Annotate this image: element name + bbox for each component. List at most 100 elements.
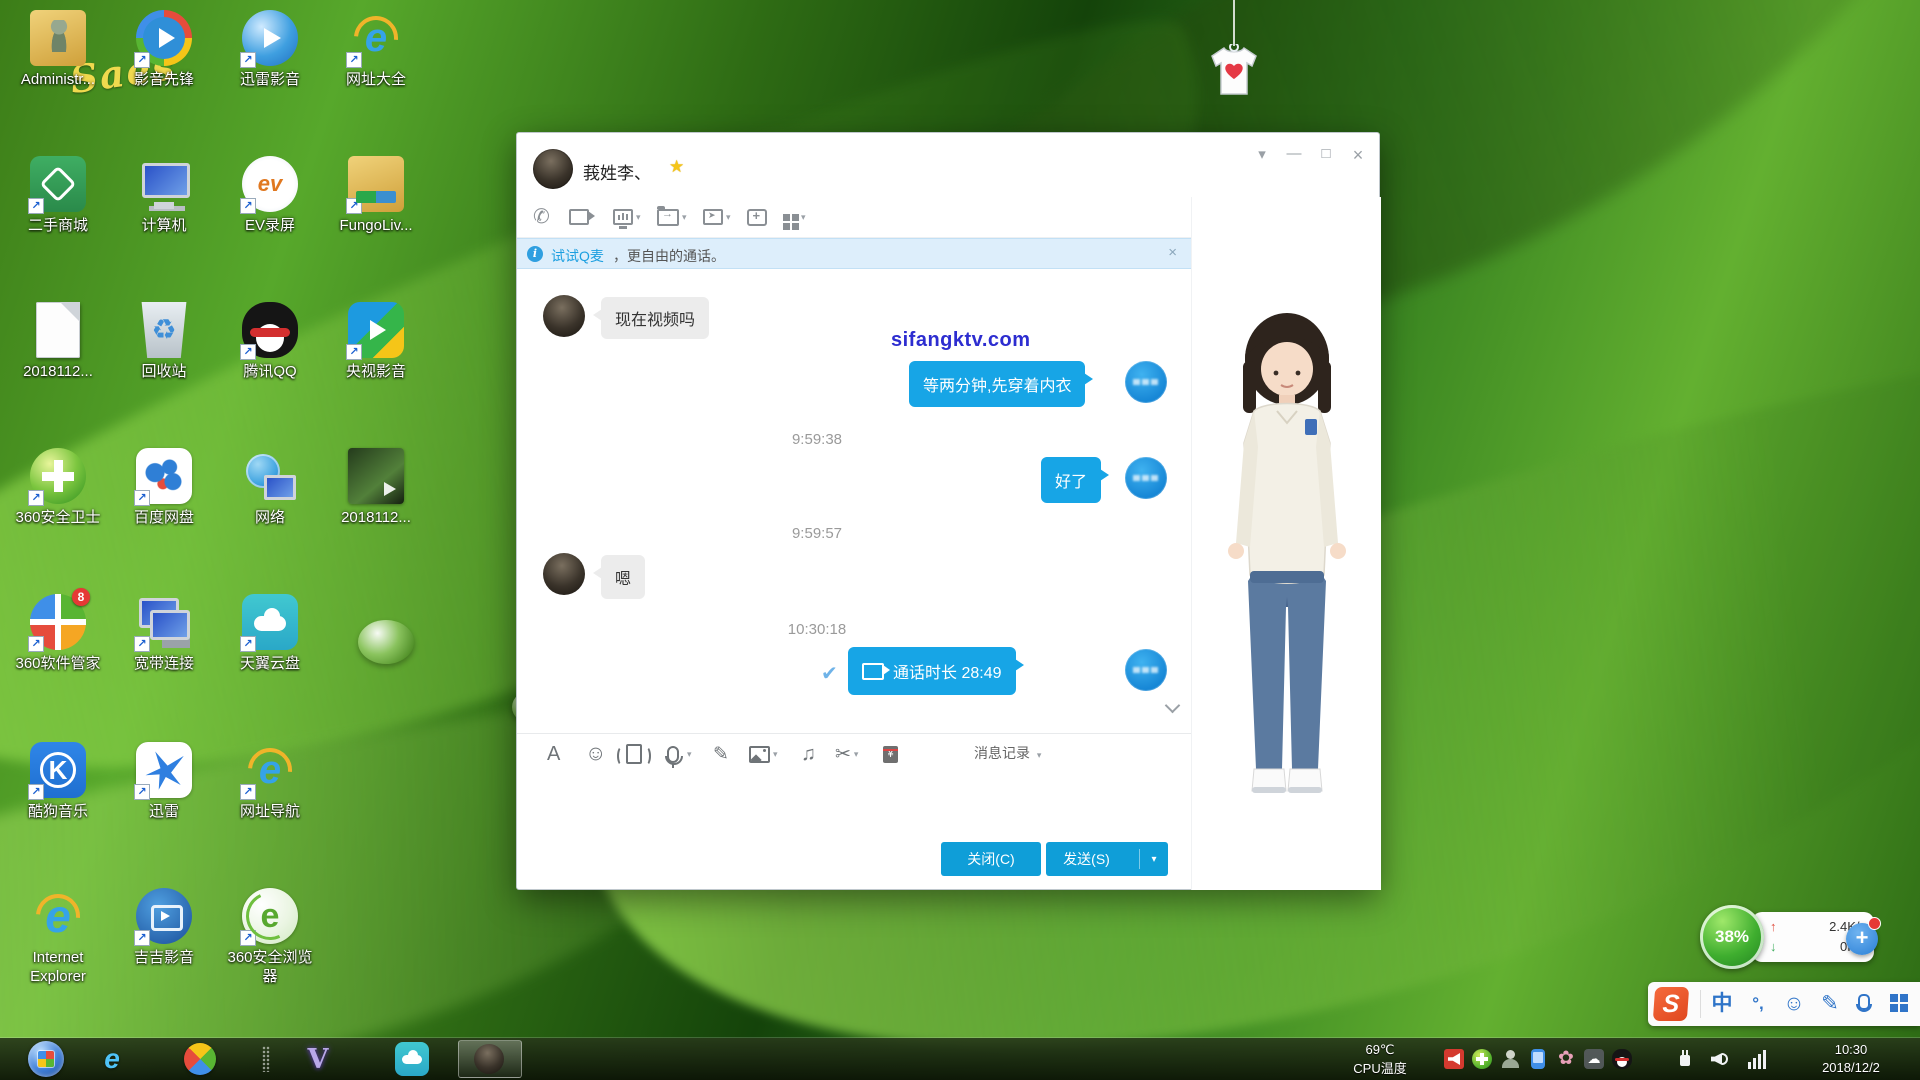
message-bubble-right[interactable]: 等两分钟,先穿着内衣 xyxy=(909,361,1085,407)
start-button[interactable] xyxy=(28,1041,64,1077)
tray-360-icon[interactable] xyxy=(1472,1049,1492,1069)
tray-flower-icon[interactable]: ✿ xyxy=(1556,1049,1576,1069)
chinese-mode-button[interactable]: 中 xyxy=(1708,990,1736,1018)
voice-message-button[interactable]: ▾ xyxy=(667,742,692,766)
send-image-button[interactable]: ▾ xyxy=(749,742,778,766)
desktop-icon-360-safe[interactable]: 360安全卫士 xyxy=(8,448,108,527)
taskbar-sogou-browser[interactable] xyxy=(180,1041,220,1077)
chat-plus-icon xyxy=(747,209,767,226)
desktop-icon-wangzhidaquan[interactable]: e 网址大全 xyxy=(326,10,426,89)
desktop-icon-360-browser[interactable]: e 360安全浏览器 xyxy=(220,888,320,986)
apps-button[interactable]: ▾ xyxy=(783,205,806,229)
tray-broadcast-icon[interactable] xyxy=(1444,1049,1464,1069)
self-avatar[interactable] xyxy=(1125,361,1167,403)
desktop-icon-network[interactable]: 网络 xyxy=(220,448,320,527)
memory-usage-ball[interactable]: 38% xyxy=(1700,905,1764,969)
sogou-logo-icon[interactable]: S xyxy=(1653,987,1689,1021)
close-chat-button[interactable]: 关闭(C) xyxy=(941,842,1041,876)
handwriting-pad-button[interactable]: ✎ xyxy=(1816,990,1844,1018)
desktop-icon-tencent-qq[interactable]: 腾讯QQ xyxy=(220,302,320,381)
desktop-icon-fungolive[interactable]: FungoLiv... xyxy=(326,156,426,235)
desktop-icon-administrator[interactable]: Administr... xyxy=(8,10,108,89)
tray-network-signal-icon[interactable] xyxy=(1748,1049,1768,1069)
desktop-icon-wangzhidaohang[interactable]: e 网址导航 xyxy=(220,742,320,821)
message-bubble-left[interactable]: 嗯 xyxy=(601,555,645,599)
voice-call-button[interactable]: ✆ xyxy=(533,205,550,229)
microphone-icon xyxy=(667,746,679,763)
send-file-button[interactable]: ▾ xyxy=(657,205,687,229)
desktop-icon-xunlei[interactable]: 迅雷 xyxy=(114,742,214,821)
desktop-icon-jiji-yingyin[interactable]: 吉吉影音 xyxy=(114,888,214,967)
window-shake-button[interactable] xyxy=(621,742,647,766)
vip-star-icon: ★ xyxy=(669,157,684,177)
music-share-button[interactable]: ♫ xyxy=(801,742,816,766)
handwriting-button[interactable]: ✎ xyxy=(713,742,729,766)
user-folder-icon xyxy=(30,10,86,66)
tray-volume-icon[interactable] xyxy=(1710,1049,1730,1069)
desktop-icon-internet-explorer[interactable]: e Internet Explorer xyxy=(8,888,108,986)
desktop-icon-360-manager[interactable]: 8 360软件管家 xyxy=(8,594,108,673)
desktop-icon-xunlei-yingyin[interactable]: 迅雷影音 xyxy=(220,10,320,89)
screen-demo-button[interactable]: ▾ xyxy=(613,205,641,229)
message-history[interactable]: 现在视频吗 sifangktv.com 等两分钟,先穿着内衣 9:59:38 好… xyxy=(517,269,1191,733)
voice-input-button[interactable] xyxy=(1858,994,1870,1010)
tray-qq-icon[interactable] xyxy=(1612,1049,1632,1069)
taskbar-v-app[interactable]: V xyxy=(298,1041,338,1077)
self-avatar[interactable] xyxy=(1125,457,1167,499)
desktop-icon-broadband[interactable]: 宽带连接 xyxy=(114,594,214,673)
tray-phone-assistant-icon[interactable] xyxy=(1531,1049,1545,1069)
desktop-icon-label: 百度网盘 xyxy=(114,508,214,527)
desktop-icon-video-file[interactable]: 2018112... xyxy=(326,448,426,527)
scissors-icon: ✂ xyxy=(835,743,851,766)
desktop-icon-label: 360软件管家 xyxy=(8,654,108,673)
desktop-icon-document[interactable]: 2018112... xyxy=(8,302,108,381)
message-bubble-right[interactable]: 好了 xyxy=(1041,457,1101,503)
self-avatar[interactable] xyxy=(1125,649,1167,691)
emoji-button[interactable]: ☺ xyxy=(585,742,606,766)
red-packet-button[interactable]: ¥ xyxy=(883,742,898,766)
message-history-button[interactable]: 消息记录 ▾ xyxy=(974,743,1041,763)
desktop-icon-baidu-netdisk[interactable]: 百度网盘 xyxy=(114,448,214,527)
create-session-button[interactable] xyxy=(747,205,767,229)
taskbar-cloud-app[interactable] xyxy=(392,1041,432,1077)
screenshot-button[interactable]: ✂▾ xyxy=(835,742,858,766)
desktop-icon-kugou[interactable]: K 酷狗音乐 xyxy=(8,742,108,821)
video-call-button[interactable] xyxy=(569,205,589,229)
taskbar-internet-explorer[interactable]: e xyxy=(92,1041,132,1077)
shortcut-arrow-icon xyxy=(28,784,44,800)
font-button[interactable]: A xyxy=(547,742,560,766)
desktop-icon-computer[interactable]: 计算机 xyxy=(114,156,214,235)
desktop-icon-tianyi-cloud[interactable]: 天翼云盘 xyxy=(220,594,320,673)
window-menu-button[interactable]: ▾ xyxy=(1249,145,1275,163)
call-record-bubble[interactable]: 通话时长 28:49 xyxy=(848,647,1016,695)
desktop-icon-yangshi-yingyin[interactable]: 央视影音 xyxy=(326,302,426,381)
taskbar-clock[interactable]: 10:30 2018/12/2 xyxy=(1796,1041,1906,1077)
desktop-icon-recycle-bin[interactable]: ♻ 回收站 xyxy=(114,302,214,381)
tray-power-plug-icon[interactable] xyxy=(1675,1049,1695,1069)
sogou-ime-bar[interactable]: S 中 °, ☺ ✎ xyxy=(1648,982,1920,1026)
emoji-picker-button[interactable]: ☺ xyxy=(1780,990,1808,1018)
taskbar-active-chat-task[interactable] xyxy=(458,1040,522,1078)
ime-toolbox-button[interactable] xyxy=(1890,994,1908,1012)
tip-close-icon[interactable]: × xyxy=(1168,244,1177,261)
remote-desktop-button[interactable]: ▾ xyxy=(703,205,731,229)
qmic-try-link[interactable]: 试试Q麦 xyxy=(551,246,604,266)
peer-avatar[interactable] xyxy=(543,553,585,595)
peer-avatar[interactable] xyxy=(543,295,585,337)
net-speed-widget[interactable]: ↑ 2.4K/s ↓ 0K/s 38% + xyxy=(1700,905,1900,975)
desktop-icon-ev-luping[interactable]: ev EV录屏 xyxy=(220,156,320,235)
punctuation-button[interactable]: °, xyxy=(1744,990,1772,1018)
close-button[interactable]: × xyxy=(1345,145,1371,166)
send-options-caret[interactable]: ▾ xyxy=(1140,854,1168,865)
contact-avatar[interactable] xyxy=(533,149,573,189)
tray-cloud-sync-icon[interactable]: ☁ xyxy=(1584,1049,1604,1069)
desktop-icon-yingyinxianfeng[interactable]: 影音先锋 xyxy=(114,10,214,89)
scroll-to-bottom-button[interactable] xyxy=(1165,699,1181,715)
message-bubble-left[interactable]: 现在视频吗 xyxy=(601,297,709,339)
minimize-button[interactable]: — xyxy=(1281,145,1307,162)
maximize-button[interactable]: □ xyxy=(1313,145,1339,162)
window-titlebar[interactable]: 莪姓李、 ★ ▾ — □ × xyxy=(517,133,1379,197)
tray-contact-icon[interactable] xyxy=(1500,1049,1520,1069)
send-button[interactable]: 发送(S) ▾ xyxy=(1046,842,1168,876)
desktop-icon-ershoushangcheng[interactable]: 二手商城 xyxy=(8,156,108,235)
